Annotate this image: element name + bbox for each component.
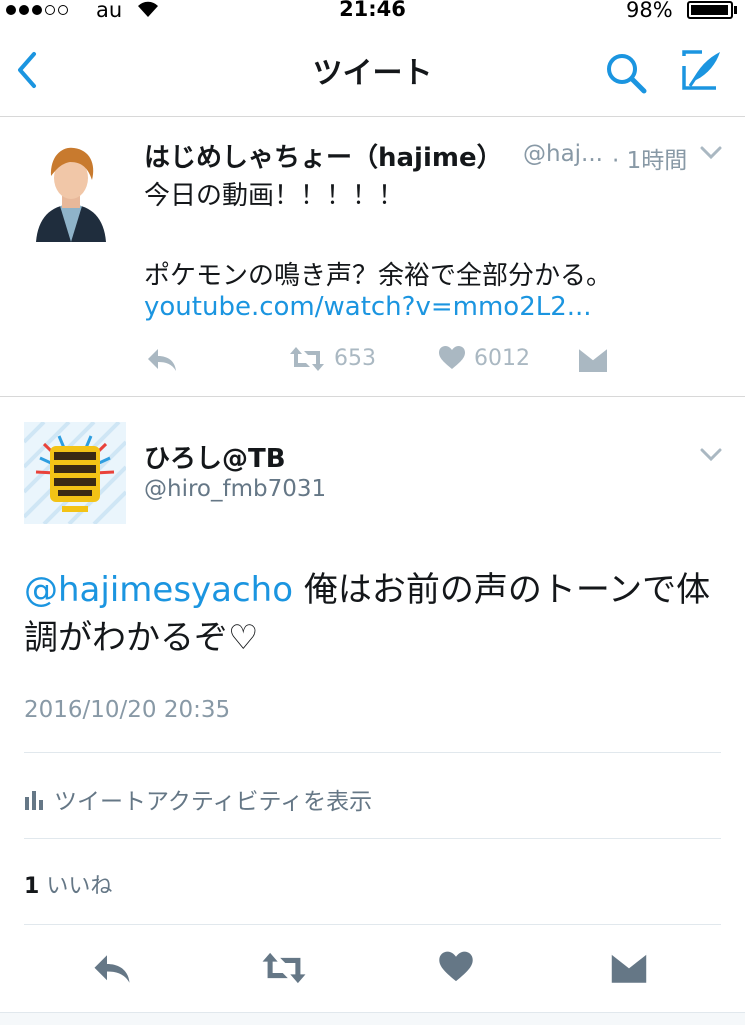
battery-icon — [687, 1, 733, 19]
status-bar: au 21:46 98% — [0, 0, 745, 22]
mention-link[interactable]: @hajimesyacho — [24, 570, 293, 610]
battery-nub — [734, 6, 737, 14]
retweet-count: 653 — [334, 346, 376, 371]
heart-icon[interactable] — [438, 950, 474, 984]
tweet-link[interactable]: youtube.com/watch?v=mmo2L2... — [144, 292, 592, 322]
author-handle[interactable]: @haj... — [523, 141, 603, 167]
search-icon[interactable] — [603, 50, 649, 96]
retweet-icon[interactable] — [260, 950, 308, 986]
bottom-edge — [0, 1012, 745, 1025]
chevron-down-icon[interactable] — [700, 146, 722, 160]
tweet-activity-link[interactable]: ツイートアクティビティを表示 — [24, 782, 372, 816]
reply-icon[interactable] — [92, 952, 132, 986]
bar-chart-icon — [25, 791, 43, 810]
reply-icon[interactable] — [146, 347, 178, 373]
avatar[interactable] — [24, 422, 126, 524]
divider — [24, 752, 721, 753]
divider — [0, 396, 745, 397]
retweet-icon[interactable] — [288, 345, 326, 373]
author-handle[interactable]: @hiro_fmb7031 — [144, 476, 326, 502]
likes-summary[interactable]: 1 いいね — [24, 868, 112, 900]
battery-percent: 98% — [626, 0, 673, 22]
tweet-text: @hajimesyacho 俺はお前の声のトーンで体調がわかるぞ♡ — [24, 566, 714, 662]
compose-icon[interactable] — [680, 48, 724, 92]
like-count: 6012 — [474, 346, 530, 371]
author-name[interactable]: ひろし@TB — [144, 438, 286, 475]
tweet-text: 今日の動画！！！！！ — [144, 181, 405, 211]
avatar[interactable] — [30, 140, 112, 242]
like-label: いいね — [46, 874, 113, 899]
divider — [24, 838, 721, 839]
chevron-down-icon[interactable] — [700, 448, 722, 462]
tweet-text: ポケモンの鳴き声？余裕で全部分かる。 — [144, 261, 613, 291]
author-name[interactable]: はじめしゃちょー（hajime） — [144, 137, 503, 174]
direct-message-icon[interactable] — [578, 347, 608, 373]
heart-icon[interactable] — [438, 345, 466, 371]
like-count: 1 — [24, 874, 40, 899]
direct-message-icon[interactable] — [610, 952, 648, 984]
tweet-time: · 1時間 — [612, 148, 688, 174]
activity-label: ツイートアクティビティを表示 — [54, 789, 373, 815]
tweet-timestamp: 2016/10/20 20:35 — [24, 697, 231, 723]
divider — [24, 924, 721, 925]
